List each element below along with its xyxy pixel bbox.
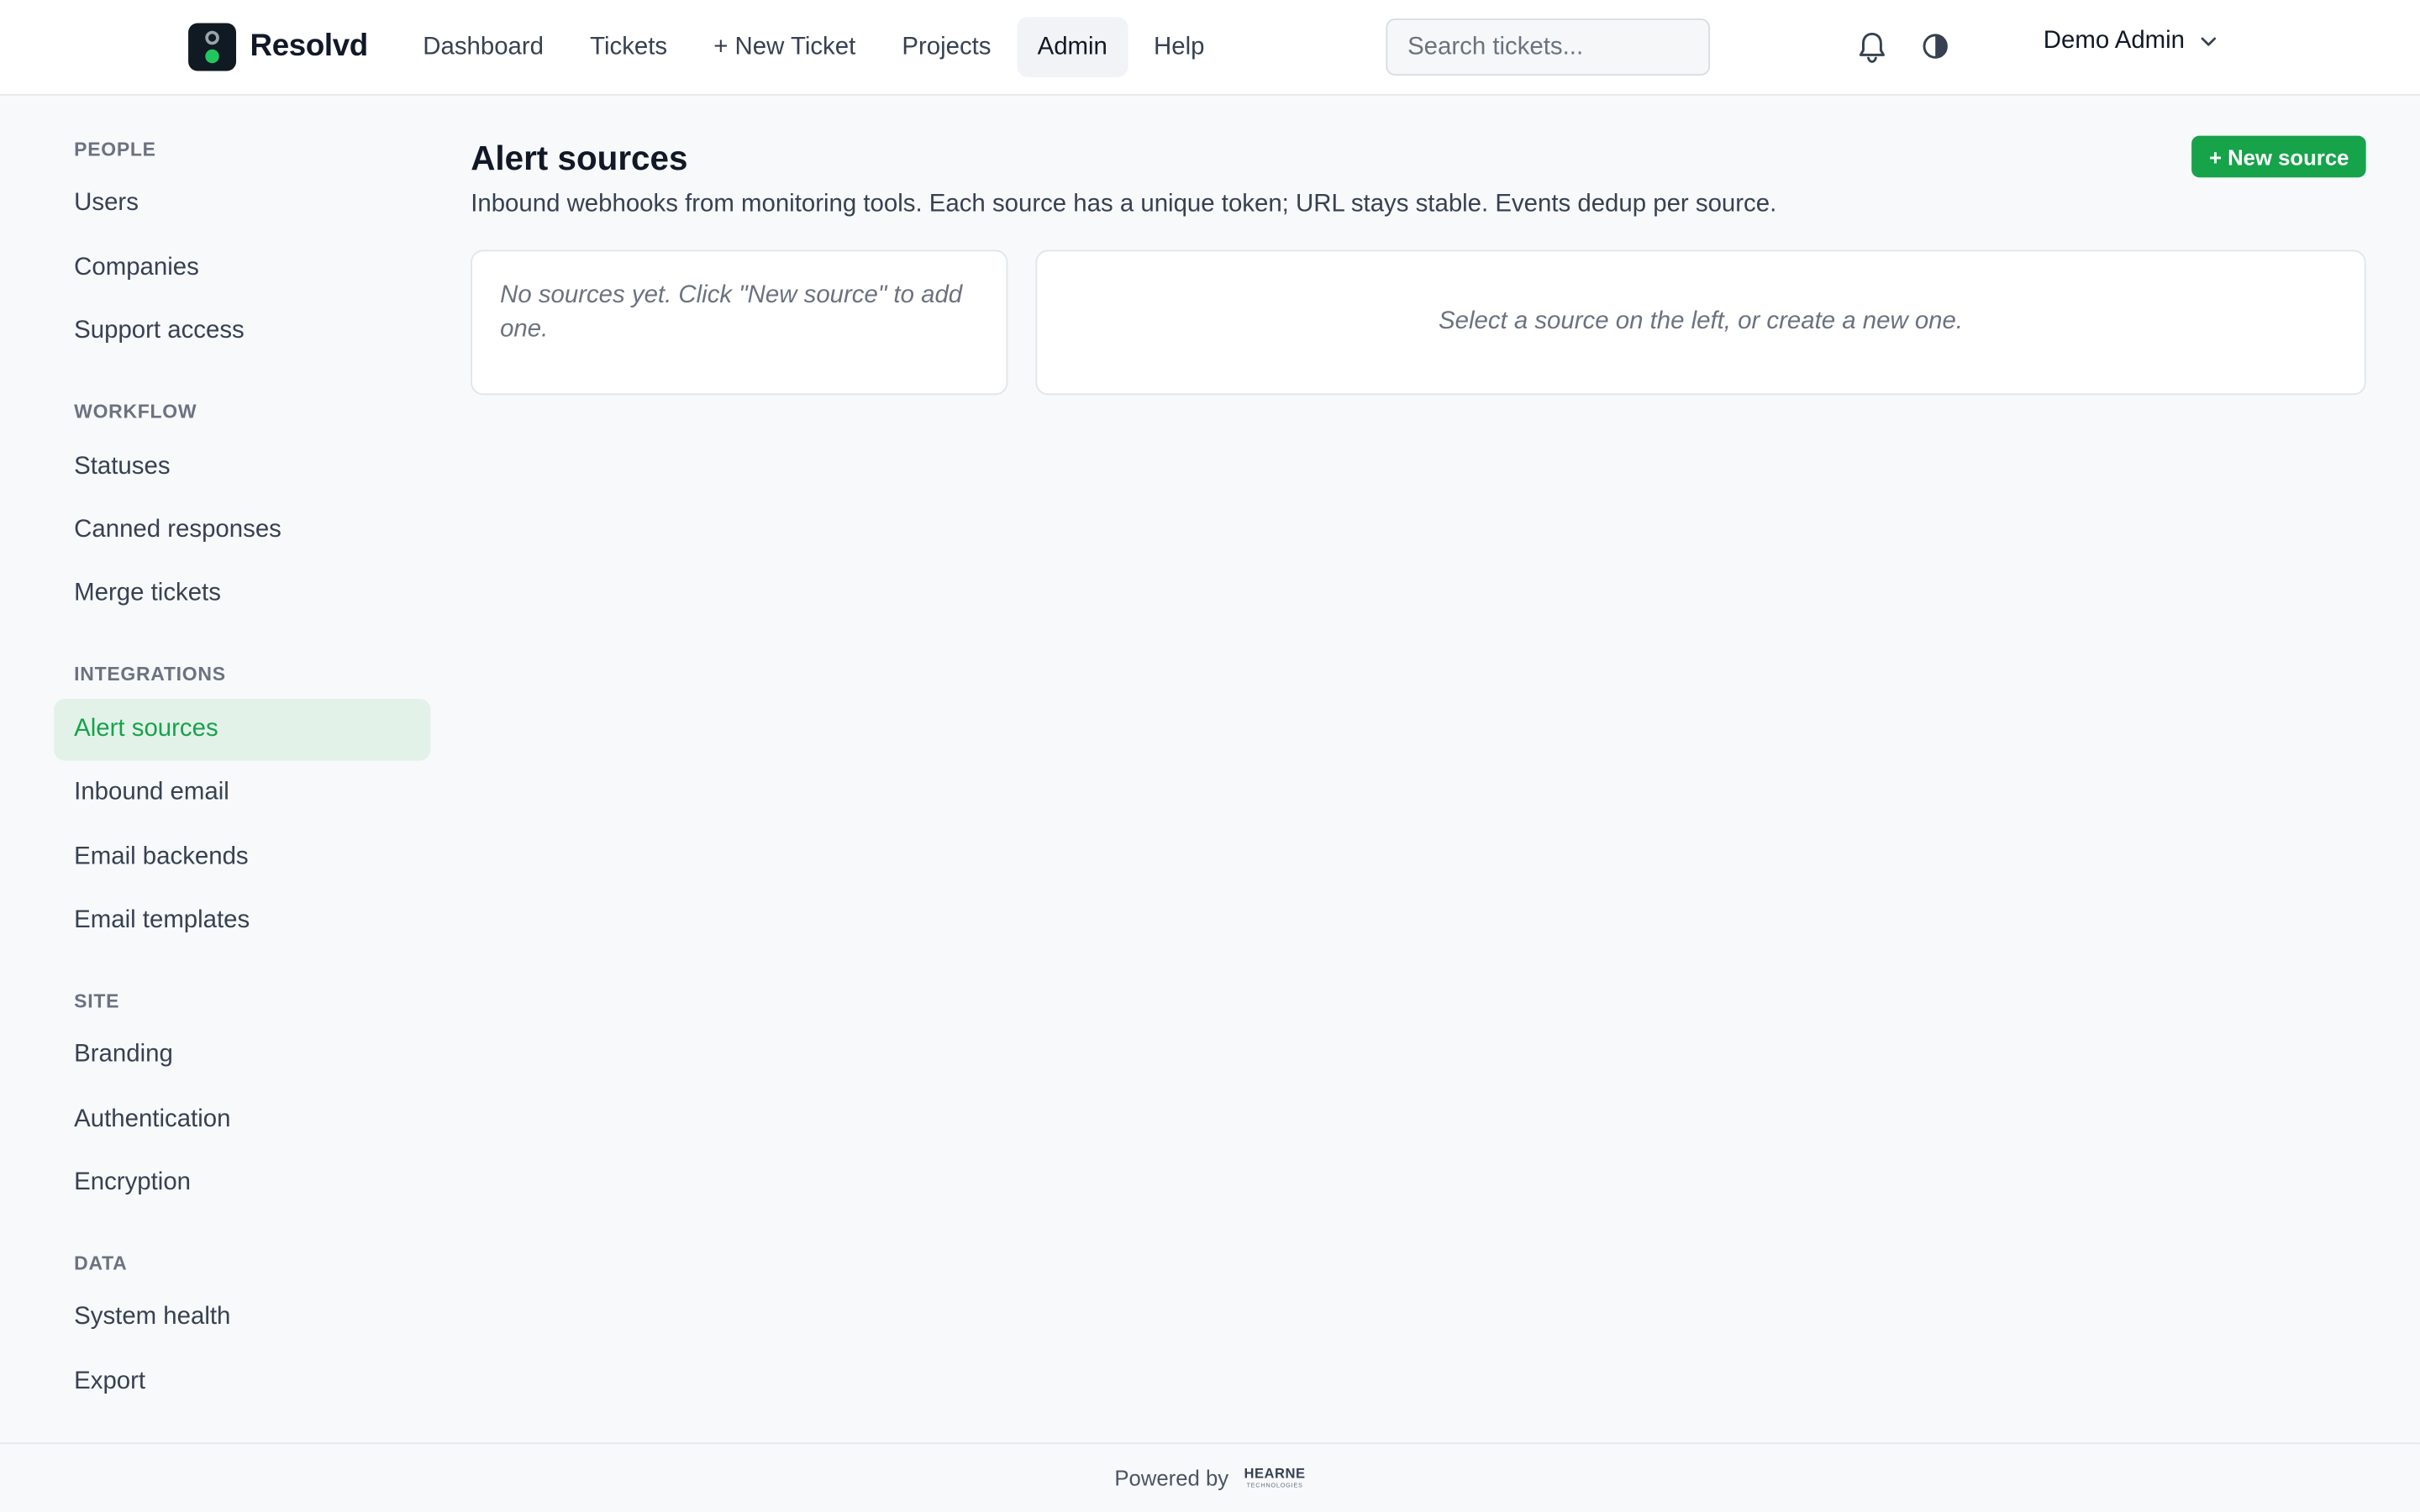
logo-subtext: TECHNOLOGIES xyxy=(1246,1481,1303,1489)
admin-sidebar: PEOPLE Users Companies Support access WO… xyxy=(54,96,431,1413)
sidebar-item-export[interactable]: Export xyxy=(54,1352,430,1413)
search-input[interactable] xyxy=(1407,33,1728,61)
sidebar-item-inbound-email[interactable]: Inbound email xyxy=(54,763,430,824)
nav-admin[interactable]: Admin xyxy=(1017,17,1128,77)
contrast-icon[interactable] xyxy=(1922,33,1949,60)
sidebar-item-authentication[interactable]: Authentication xyxy=(54,1089,430,1150)
brand-logo-icon xyxy=(188,23,237,71)
search-box[interactable] xyxy=(1386,18,1728,76)
sidebar-item-users[interactable]: Users xyxy=(54,173,430,234)
nav-tickets[interactable]: Tickets xyxy=(570,17,687,77)
hearne-logo[interactable]: HEARNE TECHNOLOGIES xyxy=(1244,1467,1305,1489)
bell-icon[interactable] xyxy=(1857,31,1888,65)
source-detail-panel: Select a source on the left, or create a… xyxy=(1035,249,2366,396)
chevron-down-icon xyxy=(2200,37,2216,46)
new-source-button[interactable]: + New source xyxy=(2191,135,2366,178)
sidebar-group-data: DATA xyxy=(74,1252,128,1275)
sidebar-item-alert-sources[interactable]: Alert sources xyxy=(54,698,431,761)
top-bar: Resolvd Dashboard Tickets + New Ticket P… xyxy=(0,0,2420,96)
powered-by-text: Powered by xyxy=(1114,1465,1229,1491)
nav-help[interactable]: Help xyxy=(1134,17,1224,77)
footer: Powered by HEARNE TECHNOLOGIES xyxy=(0,1442,2420,1512)
sidebar-item-companies[interactable]: Companies xyxy=(54,237,430,298)
empty-detail-message: Select a source on the left, or create a… xyxy=(1439,308,1964,335)
sidebar-item-branding[interactable]: Branding xyxy=(54,1025,430,1086)
sidebar-group-site: SITE xyxy=(74,990,120,1012)
sidebar-item-email-backends[interactable]: Email backends xyxy=(54,827,430,888)
sidebar-item-statuses[interactable]: Statuses xyxy=(54,436,430,497)
sidebar-item-system-health[interactable]: System health xyxy=(54,1288,430,1349)
brand-name: Resolvd xyxy=(250,29,369,64)
logo-text: HEARNE xyxy=(1244,1465,1306,1482)
sidebar-group-workflow: WORKFLOW xyxy=(74,401,197,423)
sidebar-group-people: PEOPLE xyxy=(74,139,156,161)
sidebar-item-email-templates[interactable]: Email templates xyxy=(54,890,430,952)
sidebar-group-integrations: INTEGRATIONS xyxy=(74,664,226,686)
sidebar-item-support-access[interactable]: Support access xyxy=(54,301,430,362)
sidebar-item-canned-responses[interactable]: Canned responses xyxy=(54,500,430,561)
page-title: Alert sources xyxy=(471,139,688,178)
empty-list-message: No sources yet. Click "New source" to ad… xyxy=(500,282,963,343)
main-nav: Dashboard Tickets + New Ticket Projects … xyxy=(402,17,1224,77)
nav-new-ticket[interactable]: + New Ticket xyxy=(693,17,876,77)
nav-dashboard[interactable]: Dashboard xyxy=(402,17,564,77)
user-name: Demo Admin xyxy=(2043,28,2186,55)
source-list-panel: No sources yet. Click "New source" to ad… xyxy=(471,249,1008,396)
page-description: Inbound webhooks from monitoring tools. … xyxy=(471,191,1777,218)
user-menu[interactable]: Demo Admin xyxy=(2044,28,2219,55)
brand[interactable]: Resolvd xyxy=(188,23,369,71)
nav-projects[interactable]: Projects xyxy=(881,17,1011,77)
sidebar-item-encryption[interactable]: Encryption xyxy=(54,1152,430,1214)
sidebar-item-merge-tickets[interactable]: Merge tickets xyxy=(54,564,430,625)
